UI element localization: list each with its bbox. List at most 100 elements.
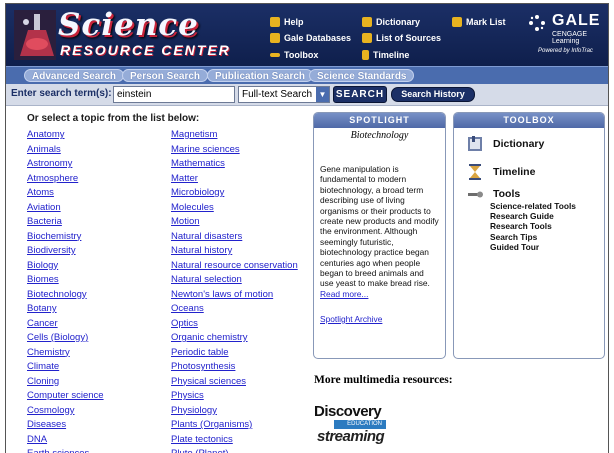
mark-list-label: Mark List — [466, 17, 506, 27]
dictionary-link[interactable]: Dictionary — [362, 17, 420, 27]
topic-link[interactable]: Mathematics — [171, 157, 298, 172]
list-of-sources-link[interactable]: List of Sources — [362, 33, 441, 43]
timeline-label: Timeline — [373, 50, 410, 60]
topic-link[interactable]: Natural history — [171, 244, 298, 259]
topic-link[interactable]: Biotechnology — [27, 288, 104, 303]
search-tabs-bar: Advanced Search Person Search Publicatio… — [6, 66, 608, 84]
topic-link[interactable]: Computer science — [27, 389, 104, 404]
topic-link[interactable]: Animals — [27, 143, 104, 158]
topic-link[interactable]: Atmosphere — [27, 172, 104, 187]
topic-link[interactable]: Cosmology — [27, 404, 104, 419]
toolbox-icon — [270, 53, 280, 57]
chevron-down-icon[interactable]: ▼ — [316, 87, 329, 102]
topic-link[interactable]: Molecules — [171, 201, 298, 216]
tab-science-standards[interactable]: Science Standards — [309, 69, 415, 82]
search-mode-select[interactable]: Full-text Search ▼ — [238, 86, 330, 103]
topic-link[interactable]: Climate — [27, 360, 104, 375]
help-link[interactable]: Help — [270, 17, 304, 27]
topic-link[interactable]: Newton's laws of motion — [171, 288, 298, 303]
topic-link[interactable]: Cancer — [27, 317, 104, 332]
header-banner: Science RESOURCE CENTER Help Gale Databa… — [6, 4, 608, 66]
topic-list-right: Magnetism Marine sciences Mathematics Matte… — [171, 128, 298, 453]
topic-link[interactable]: Physiology — [171, 404, 298, 419]
tool-search-tips[interactable]: Search Tips — [490, 232, 576, 242]
toolbox-label: Toolbox — [284, 50, 319, 60]
tool-research-guide[interactable]: Research Guide — [490, 211, 576, 221]
topic-link[interactable]: Plants (Organisms) — [171, 418, 298, 433]
spotlight-topic: Biotechnology — [350, 130, 409, 141]
topic-link[interactable]: Biochemistry — [27, 230, 104, 245]
search-input[interactable] — [113, 86, 235, 103]
powered-by-text: Powered by InfoTrac — [538, 48, 593, 54]
topic-link[interactable]: Pluto (Planet) — [171, 447, 298, 453]
help-label: Help — [284, 17, 304, 27]
gale-dots-icon — [529, 15, 545, 31]
spotlight-box: SPOTLIGHT Biotechnology Gene manipulatio… — [313, 112, 446, 359]
mark-list-icon — [452, 17, 462, 27]
topic-link[interactable]: Biomes — [27, 273, 104, 288]
topic-link[interactable]: Natural disasters — [171, 230, 298, 245]
topic-link[interactable]: Diseases — [27, 418, 104, 433]
spotlight-archive-link[interactable]: Spotlight Archive — [314, 314, 445, 324]
search-mode-value: Full-text Search — [242, 89, 313, 100]
tab-person-search[interactable]: Person Search — [122, 69, 209, 82]
topic-link[interactable]: Atoms — [27, 186, 104, 201]
science-resource-center-logo[interactable]: Science RESOURCE CENTER — [12, 6, 264, 64]
search-bar: Enter search term(s): Full-text Search ▼… — [6, 84, 608, 106]
topic-link[interactable]: Astronomy — [27, 157, 104, 172]
multimedia-heading: More multimedia resources: — [314, 374, 453, 386]
tool-research-tools[interactable]: Research Tools — [490, 221, 576, 231]
topic-link[interactable]: Periodic table — [171, 346, 298, 361]
dictionary-icon — [362, 17, 372, 27]
topic-link[interactable]: Optics — [171, 317, 298, 332]
topic-link[interactable]: Bacteria — [27, 215, 104, 230]
topic-link[interactable]: Earth sciences — [27, 447, 104, 453]
topic-link[interactable]: Magnetism — [171, 128, 298, 143]
tools-wrench-icon — [468, 191, 483, 198]
toolbox-dictionary[interactable]: Dictionary — [466, 135, 544, 153]
topic-link[interactable]: Cells (Biology) — [27, 331, 104, 346]
toolbox-link[interactable]: Toolbox — [270, 50, 318, 60]
timeline-link[interactable]: Timeline — [362, 50, 409, 60]
topic-link[interactable]: Natural resource conservation — [171, 259, 298, 274]
topic-link[interactable]: Marine sciences — [171, 143, 298, 158]
topics-heading: Or select a topic from the list below: — [27, 113, 200, 124]
toolbox-tools-label: Tools — [493, 188, 521, 200]
toolbox-box: TOOLBOX Dictionary Timeline Tools Scienc… — [453, 112, 605, 359]
topic-link[interactable]: Physical sciences — [171, 375, 298, 390]
topic-link[interactable]: Biology — [27, 259, 104, 274]
tool-science-related[interactable]: Science-related Tools — [490, 201, 576, 211]
topic-link[interactable]: Aviation — [27, 201, 104, 216]
topic-link[interactable]: Matter — [171, 172, 298, 187]
tab-advanced-search[interactable]: Advanced Search — [24, 69, 124, 82]
topic-link[interactable]: Botany — [27, 302, 104, 317]
topic-link[interactable]: Photosynthesis — [171, 360, 298, 375]
read-more-link[interactable]: Read more... — [314, 289, 445, 299]
gale-logo[interactable]: GALE CENGAGE Learning Powered by InfoTra… — [528, 10, 608, 60]
topic-link[interactable]: Organic chemistry — [171, 331, 298, 346]
topic-link[interactable]: Oceans — [171, 302, 298, 317]
hourglass-icon — [469, 164, 481, 180]
search-label: Enter search term(s): — [11, 88, 112, 99]
tool-guided-tour[interactable]: Guided Tour — [490, 242, 576, 252]
topic-link[interactable]: Microbiology — [171, 186, 298, 201]
search-button[interactable]: SEARCH — [333, 86, 387, 103]
gale-databases-link[interactable]: Gale Databases — [270, 33, 351, 43]
mark-list-link[interactable]: Mark List — [452, 17, 506, 27]
topic-link[interactable]: Plate tectonics — [171, 433, 298, 448]
databases-icon — [270, 33, 280, 43]
topic-link[interactable]: Motion — [171, 215, 298, 230]
toolbox-timeline[interactable]: Timeline — [466, 163, 535, 181]
discovery-streaming-logo[interactable]: Discovery EDUCATION streaming — [314, 403, 394, 451]
topic-link[interactable]: Anatomy — [27, 128, 104, 143]
topic-link[interactable]: Physics — [171, 389, 298, 404]
topic-link[interactable]: Natural selection — [171, 273, 298, 288]
topic-link[interactable]: Chemistry — [27, 346, 104, 361]
topic-link[interactable]: Biodiversity — [27, 244, 104, 259]
tab-publication-search[interactable]: Publication Search — [207, 69, 314, 82]
topic-link[interactable]: DNA — [27, 433, 104, 448]
search-history-button[interactable]: Search History — [391, 87, 475, 102]
spotlight-text: Gene manipulation is fundamental to mode… — [320, 164, 439, 289]
flask-icon — [14, 10, 56, 60]
topic-link[interactable]: Cloning — [27, 375, 104, 390]
